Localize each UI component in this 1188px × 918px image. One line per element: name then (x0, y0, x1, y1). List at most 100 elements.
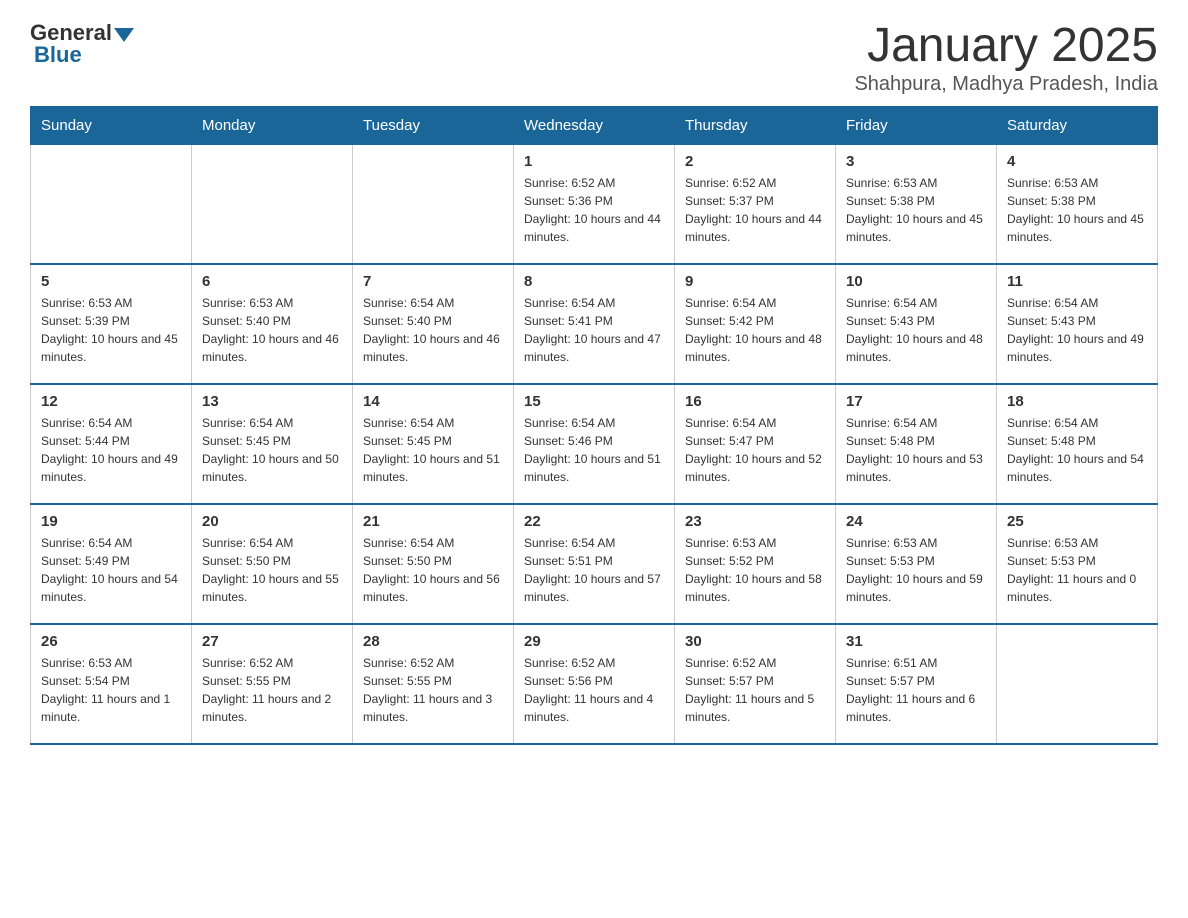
day-info: Sunrise: 6:54 AMSunset: 5:40 PMDaylight:… (363, 294, 503, 366)
calendar-cell: 24 Sunrise: 6:53 AMSunset: 5:53 PMDayligh… (836, 504, 997, 624)
calendar-cell: 5 Sunrise: 6:53 AMSunset: 5:39 PMDaylight… (31, 264, 192, 384)
day-info: Sunrise: 6:54 AMSunset: 5:44 PMDaylight:… (41, 414, 181, 486)
day-info: Sunrise: 6:53 AMSunset: 5:53 PMDaylight:… (1007, 534, 1147, 606)
day-number: 19 (41, 513, 181, 530)
day-info: Sunrise: 6:52 AMSunset: 5:57 PMDaylight:… (685, 654, 825, 726)
calendar-cell: 17 Sunrise: 6:54 AMSunset: 5:48 PMDayligh… (836, 384, 997, 504)
day-number: 18 (1007, 393, 1147, 410)
calendar-body: 1Sunrise: 6:52 AMSunset: 5:36 PMDaylight… (31, 144, 1158, 744)
day-number: 30 (685, 633, 825, 650)
week-row-5: 26 Sunrise: 6:53 AMSunset: 5:54 PMDayligh… (31, 624, 1158, 744)
day-number: 4 (1007, 153, 1147, 170)
day-info: Sunrise: 6:54 AMSunset: 5:47 PMDaylight:… (685, 414, 825, 486)
calendar-cell: 16Sunrise: 6:54 AMSunset: 5:47 PMDayligh… (675, 384, 836, 504)
day-number: 22 (524, 513, 664, 530)
day-number: 17 (846, 393, 986, 410)
calendar-title: January 2025 (854, 20, 1158, 73)
day-info: Sunrise: 6:54 AMSunset: 5:51 PMDaylight:… (524, 534, 664, 606)
day-number: 10 (846, 273, 986, 290)
day-number: 31 (846, 633, 986, 650)
logo-blue-text: Blue (30, 42, 82, 68)
calendar-cell: 26 Sunrise: 6:53 AMSunset: 5:54 PMDayligh… (31, 624, 192, 744)
day-info: Sunrise: 6:54 AMSunset: 5:43 PMDaylight:… (846, 294, 986, 366)
calendar-cell (31, 144, 192, 264)
day-info: Sunrise: 6:54 AMSunset: 5:45 PMDaylight:… (363, 414, 503, 486)
day-number: 13 (202, 393, 342, 410)
day-info: Sunrise: 6:53 AMSunset: 5:40 PMDaylight:… (202, 294, 342, 366)
calendar-cell: 18Sunrise: 6:54 AMSunset: 5:48 PMDayligh… (997, 384, 1158, 504)
day-info: Sunrise: 6:52 AMSunset: 5:55 PMDaylight:… (363, 654, 503, 726)
header-day-tuesday: Tuesday (353, 106, 514, 144)
calendar-cell: 3 Sunrise: 6:53 AMSunset: 5:38 PMDaylight… (836, 144, 997, 264)
day-number: 20 (202, 513, 342, 530)
day-info: Sunrise: 6:53 AMSunset: 5:38 PMDaylight:… (1007, 174, 1147, 246)
title-section: January 2025 Shahpura, Madhya Pradesh, I… (854, 20, 1158, 96)
week-row-4: 19Sunrise: 6:54 AMSunset: 5:49 PMDayligh… (31, 504, 1158, 624)
calendar-cell: 7 Sunrise: 6:54 AMSunset: 5:40 PMDaylight… (353, 264, 514, 384)
day-info: Sunrise: 6:53 AMSunset: 5:38 PMDaylight:… (846, 174, 986, 246)
day-info: Sunrise: 6:54 AMSunset: 5:43 PMDaylight:… (1007, 294, 1147, 366)
calendar-cell (353, 144, 514, 264)
day-info: Sunrise: 6:53 AMSunset: 5:39 PMDaylight:… (41, 294, 181, 366)
day-info: Sunrise: 6:51 AMSunset: 5:57 PMDaylight:… (846, 654, 986, 726)
header-day-monday: Monday (192, 106, 353, 144)
week-row-3: 12Sunrise: 6:54 AMSunset: 5:44 PMDayligh… (31, 384, 1158, 504)
day-info: Sunrise: 6:52 AMSunset: 5:37 PMDaylight:… (685, 174, 825, 246)
header-day-wednesday: Wednesday (514, 106, 675, 144)
day-info: Sunrise: 6:53 AMSunset: 5:53 PMDaylight:… (846, 534, 986, 606)
day-number: 27 (202, 633, 342, 650)
calendar-header: SundayMondayTuesdayWednesdayThursdayFrid… (31, 106, 1158, 144)
day-info: Sunrise: 6:54 AMSunset: 5:45 PMDaylight:… (202, 414, 342, 486)
calendar-cell: 13 Sunrise: 6:54 AMSunset: 5:45 PMDayligh… (192, 384, 353, 504)
calendar-cell: 27 Sunrise: 6:52 AMSunset: 5:55 PMDayligh… (192, 624, 353, 744)
calendar-cell: 6 Sunrise: 6:53 AMSunset: 5:40 PMDaylight… (192, 264, 353, 384)
calendar-cell: 21Sunrise: 6:54 AMSunset: 5:50 PMDayligh… (353, 504, 514, 624)
day-info: Sunrise: 6:53 AMSunset: 5:54 PMDaylight:… (41, 654, 181, 726)
calendar-cell: 22 Sunrise: 6:54 AMSunset: 5:51 PMDayligh… (514, 504, 675, 624)
day-number: 24 (846, 513, 986, 530)
calendar-cell: 9Sunrise: 6:54 AMSunset: 5:42 PMDaylight… (675, 264, 836, 384)
calendar-cell (192, 144, 353, 264)
day-number: 21 (363, 513, 503, 530)
calendar-cell: 10 Sunrise: 6:54 AMSunset: 5:43 PMDayligh… (836, 264, 997, 384)
logo: General Blue (30, 20, 134, 68)
calendar-cell: 11 Sunrise: 6:54 AMSunset: 5:43 PMDayligh… (997, 264, 1158, 384)
calendar-cell: 1Sunrise: 6:52 AMSunset: 5:36 PMDaylight… (514, 144, 675, 264)
day-info: Sunrise: 6:54 AMSunset: 5:46 PMDaylight:… (524, 414, 664, 486)
week-row-1: 1Sunrise: 6:52 AMSunset: 5:36 PMDaylight… (31, 144, 1158, 264)
day-info: Sunrise: 6:52 AMSunset: 5:55 PMDaylight:… (202, 654, 342, 726)
header-row: SundayMondayTuesdayWednesdayThursdayFrid… (31, 106, 1158, 144)
calendar-cell: 23 Sunrise: 6:53 AMSunset: 5:52 PMDayligh… (675, 504, 836, 624)
calendar-subtitle: Shahpura, Madhya Pradesh, India (854, 73, 1158, 96)
day-number: 2 (685, 153, 825, 170)
day-number: 5 (41, 273, 181, 290)
header-day-friday: Friday (836, 106, 997, 144)
day-number: 11 (1007, 273, 1147, 290)
day-number: 25 (1007, 513, 1147, 530)
logo-arrow-icon (114, 28, 134, 42)
day-number: 14 (363, 393, 503, 410)
calendar-cell (997, 624, 1158, 744)
calendar-cell: 15 Sunrise: 6:54 AMSunset: 5:46 PMDayligh… (514, 384, 675, 504)
day-number: 15 (524, 393, 664, 410)
day-number: 1 (524, 153, 664, 170)
header-day-thursday: Thursday (675, 106, 836, 144)
header-day-sunday: Sunday (31, 106, 192, 144)
day-number: 26 (41, 633, 181, 650)
day-number: 3 (846, 153, 986, 170)
day-number: 7 (363, 273, 503, 290)
calendar-cell: 30 Sunrise: 6:52 AMSunset: 5:57 PMDayligh… (675, 624, 836, 744)
day-number: 23 (685, 513, 825, 530)
calendar-cell: 20 Sunrise: 6:54 AMSunset: 5:50 PMDayligh… (192, 504, 353, 624)
day-number: 29 (524, 633, 664, 650)
calendar-cell: 19Sunrise: 6:54 AMSunset: 5:49 PMDayligh… (31, 504, 192, 624)
day-info: Sunrise: 6:54 AMSunset: 5:50 PMDaylight:… (202, 534, 342, 606)
day-info: Sunrise: 6:54 AMSunset: 5:48 PMDaylight:… (846, 414, 986, 486)
day-number: 9 (685, 273, 825, 290)
day-info: Sunrise: 6:53 AMSunset: 5:52 PMDaylight:… (685, 534, 825, 606)
day-number: 6 (202, 273, 342, 290)
day-info: Sunrise: 6:54 AMSunset: 5:41 PMDaylight:… (524, 294, 664, 366)
calendar-cell: 28 Sunrise: 6:52 AMSunset: 5:55 PMDayligh… (353, 624, 514, 744)
calendar-cell: 14 Sunrise: 6:54 AMSunset: 5:45 PMDayligh… (353, 384, 514, 504)
day-number: 28 (363, 633, 503, 650)
